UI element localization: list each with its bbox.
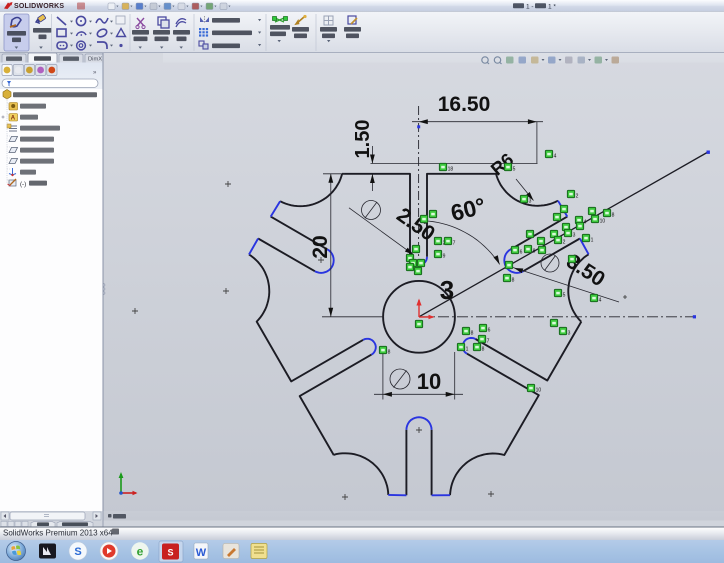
svg-text:4: 4: [599, 298, 602, 304]
svg-text:4: 4: [554, 154, 557, 160]
svg-text:5: 5: [577, 259, 580, 265]
svg-text:3: 3: [440, 275, 454, 305]
svg-text:1.50: 1.50: [352, 120, 374, 159]
svg-text:8: 8: [471, 331, 474, 337]
svg-text:SOLIDWORKS: SOLIDWORKS: [14, 3, 64, 10]
svg-text:3: 3: [573, 233, 576, 239]
svg-text:W: W: [196, 547, 207, 559]
svg-text:S: S: [167, 548, 173, 558]
svg-text:1: 1: [591, 238, 594, 244]
svg-text:8: 8: [612, 213, 615, 219]
svg-text:2: 2: [576, 194, 579, 200]
svg-text:16.50: 16.50: [438, 93, 491, 116]
svg-text:7: 7: [487, 339, 490, 345]
svg-text:10: 10: [536, 388, 542, 394]
svg-text:3: 3: [529, 199, 532, 205]
svg-text:5: 5: [563, 293, 566, 299]
svg-text:A: A: [11, 116, 16, 122]
svg-text:e: e: [137, 545, 144, 559]
svg-text:18: 18: [448, 167, 454, 173]
svg-text:8: 8: [533, 249, 536, 255]
svg-text:10: 10: [600, 219, 606, 225]
svg-text:6: 6: [520, 250, 523, 256]
svg-text:20: 20: [309, 235, 332, 258]
svg-text:1 *: 1 *: [548, 4, 556, 11]
svg-text:8: 8: [388, 350, 391, 356]
svg-text:8: 8: [482, 347, 485, 353]
svg-text:(-): (-): [20, 181, 26, 188]
svg-text:1 -: 1 -: [526, 4, 534, 11]
svg-text:10: 10: [417, 369, 441, 394]
svg-text:3: 3: [568, 331, 571, 337]
svg-text:2: 2: [563, 240, 566, 246]
svg-text:S: S: [74, 546, 81, 558]
svg-text:SolidWorks Premium 2013 x64: SolidWorks Premium 2013 x64: [3, 528, 113, 537]
svg-text:5: 5: [513, 167, 516, 173]
svg-text:9: 9: [443, 254, 446, 260]
svg-text:6: 6: [488, 328, 491, 334]
svg-text:7: 7: [453, 241, 456, 247]
svg-text:1: 1: [466, 347, 469, 353]
svg-text:8: 8: [512, 278, 515, 284]
